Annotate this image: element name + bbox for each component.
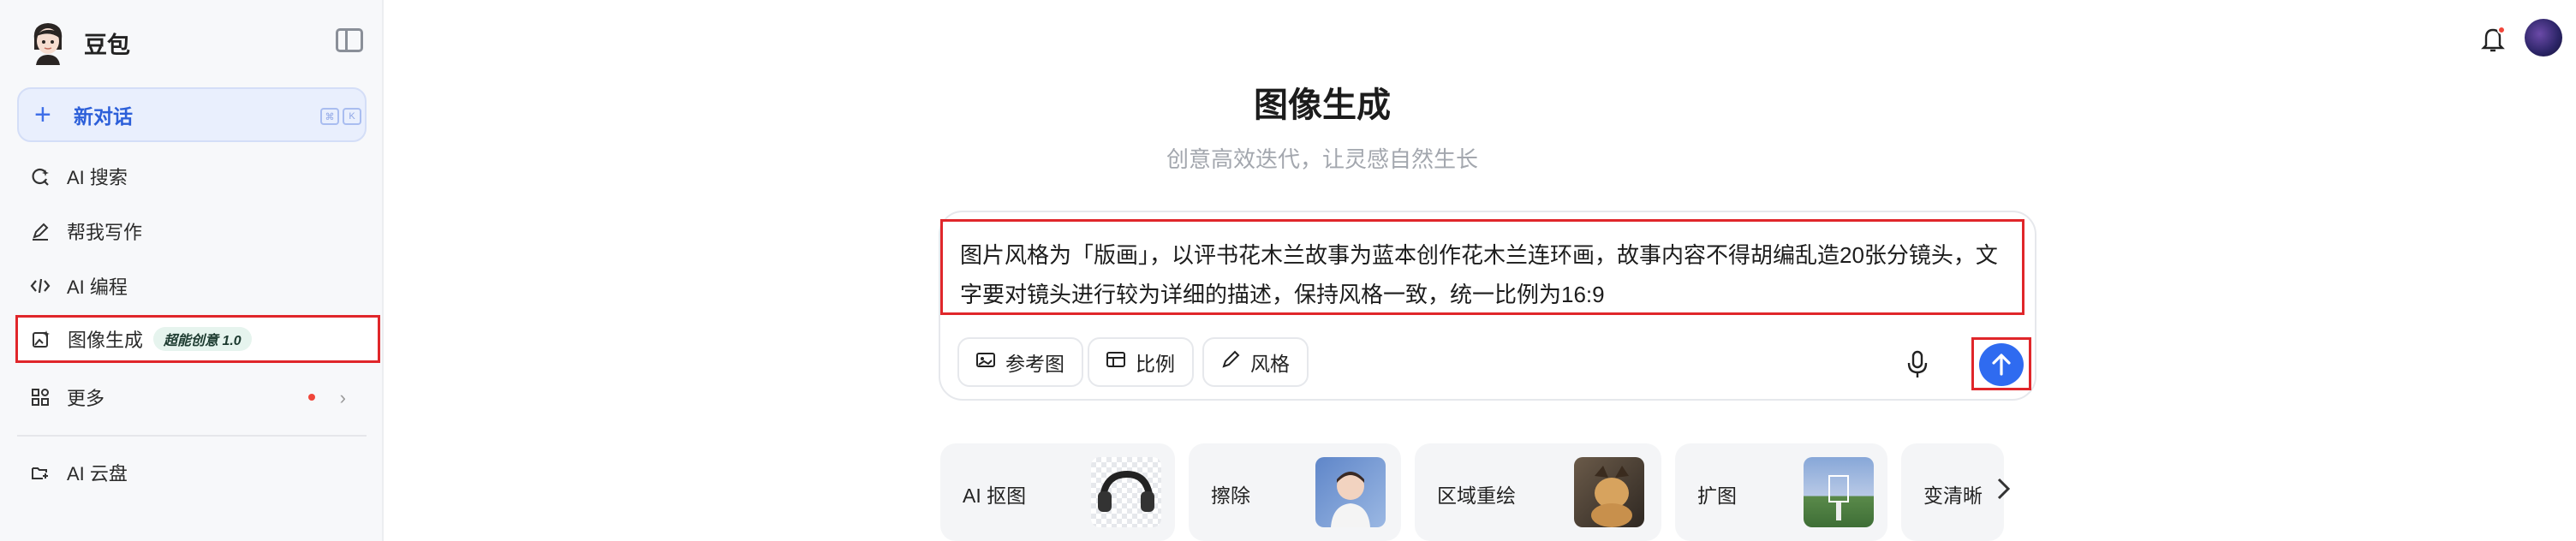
card-outpaint[interactable]: 扩图 <box>1675 443 1887 541</box>
arrow-up-icon <box>1992 354 2011 376</box>
style-label: 风格 <box>1250 353 1290 375</box>
chevron-right-icon: › <box>339 387 346 408</box>
sidebar-item-ai-search[interactable]: AI 搜索 <box>17 152 367 200</box>
notification-dot <box>308 394 315 401</box>
style-button[interactable]: 风格 <box>1202 337 1309 387</box>
card-region-repaint[interactable]: 区域重绘 <box>1415 443 1661 541</box>
sidebar-divider <box>17 435 367 437</box>
sidebar-item-label: AI 搜索 <box>67 167 128 188</box>
sidebar-item-label: 帮我写作 <box>67 222 143 243</box>
cloud-drive-icon <box>29 461 51 484</box>
user-avatar[interactable] <box>2525 19 2562 56</box>
send-button[interactable] <box>1979 343 2024 386</box>
reference-image-button[interactable]: 参考图 <box>957 337 1083 387</box>
sidebar-item-image-generation[interactable]: 图像生成 超能创意 1.0 <box>15 315 380 363</box>
card-thumbnail <box>1804 457 1874 527</box>
sidebar-item-cloud-drive[interactable]: AI 云盘 <box>17 449 367 496</box>
sidebar-item-coding[interactable]: AI 编程 <box>17 262 367 310</box>
sidebar: 豆包 + 新对话 ⌘ K AI 搜索 帮我写作 AI 编程 图像生成 超能创意 … <box>0 0 384 541</box>
reference-image-icon <box>976 351 995 373</box>
card-thumbnail <box>1091 457 1161 527</box>
card-thumbnail <box>1315 457 1386 527</box>
plus-icon: + <box>34 98 51 131</box>
card-label: AI 抠图 <box>963 485 1027 507</box>
prompt-input[interactable]: 图片风格为「版画」，以评书花木兰故事为蓝本创作花木兰连环画，故事内容不得胡编乱造… <box>940 219 2024 315</box>
sidebar-item-more[interactable]: 更多 › <box>17 373 367 421</box>
sidebar-toggle-icon[interactable] <box>336 28 363 52</box>
apps-icon <box>29 386 51 408</box>
aspect-ratio-label: 比例 <box>1136 353 1175 375</box>
card-label: 区域重绘 <box>1437 485 1516 507</box>
sidebar-item-label: AI 云盘 <box>67 463 128 485</box>
aspect-ratio-icon <box>1106 351 1125 373</box>
sidebar-item-label: AI 编程 <box>67 276 128 298</box>
shortcut-cmd-key: ⌘ <box>320 108 339 125</box>
card-enhance[interactable]: 变清晰 <box>1901 443 2004 541</box>
brand-name: 豆包 <box>84 32 130 58</box>
chevron-right-icon[interactable] <box>1995 476 2012 508</box>
search-icon <box>29 165 51 187</box>
prompt-composer: 图片风格为「版画」，以评书花木兰故事为蓝本创作花木兰连环画，故事内容不得胡编乱造… <box>939 211 2036 401</box>
card-label: 擦除 <box>1211 485 1250 507</box>
new-chat-button[interactable]: + 新对话 ⌘ K <box>17 87 367 142</box>
card-erase[interactable]: 擦除 <box>1189 443 1401 541</box>
card-label: 变清晰 <box>1923 485 1983 507</box>
shortcut-k-key: K <box>343 108 361 125</box>
brush-icon <box>1221 350 1240 374</box>
send-button-frame <box>1971 337 2031 390</box>
model-badge: 超能创意 1.0 <box>153 327 252 351</box>
image-gen-icon <box>30 328 52 350</box>
doubao-logo <box>29 21 67 65</box>
page-title: 图像生成 <box>1254 86 1391 124</box>
code-icon <box>29 275 51 297</box>
card-thumbnail <box>1574 457 1644 527</box>
microphone-icon[interactable] <box>1905 349 1930 380</box>
card-label: 扩图 <box>1697 485 1737 507</box>
card-ai-cutout[interactable]: AI 抠图 <box>940 443 1175 541</box>
pen-icon <box>29 220 51 242</box>
brand[interactable]: 豆包 <box>29 19 130 67</box>
new-chat-label: 新对话 <box>74 105 133 128</box>
aspect-ratio-button[interactable]: 比例 <box>1088 337 1194 387</box>
notification-dot <box>2497 26 2506 34</box>
page-subtitle: 创意高效迭代，让灵感自然生长 <box>1166 146 1478 172</box>
sidebar-item-writing[interactable]: 帮我写作 <box>17 207 367 255</box>
sidebar-item-label: 更多 <box>67 388 105 409</box>
reference-image-label: 参考图 <box>1005 353 1064 375</box>
sidebar-item-label: 图像生成 <box>68 330 144 351</box>
notification-bell-icon[interactable] <box>2480 26 2506 53</box>
